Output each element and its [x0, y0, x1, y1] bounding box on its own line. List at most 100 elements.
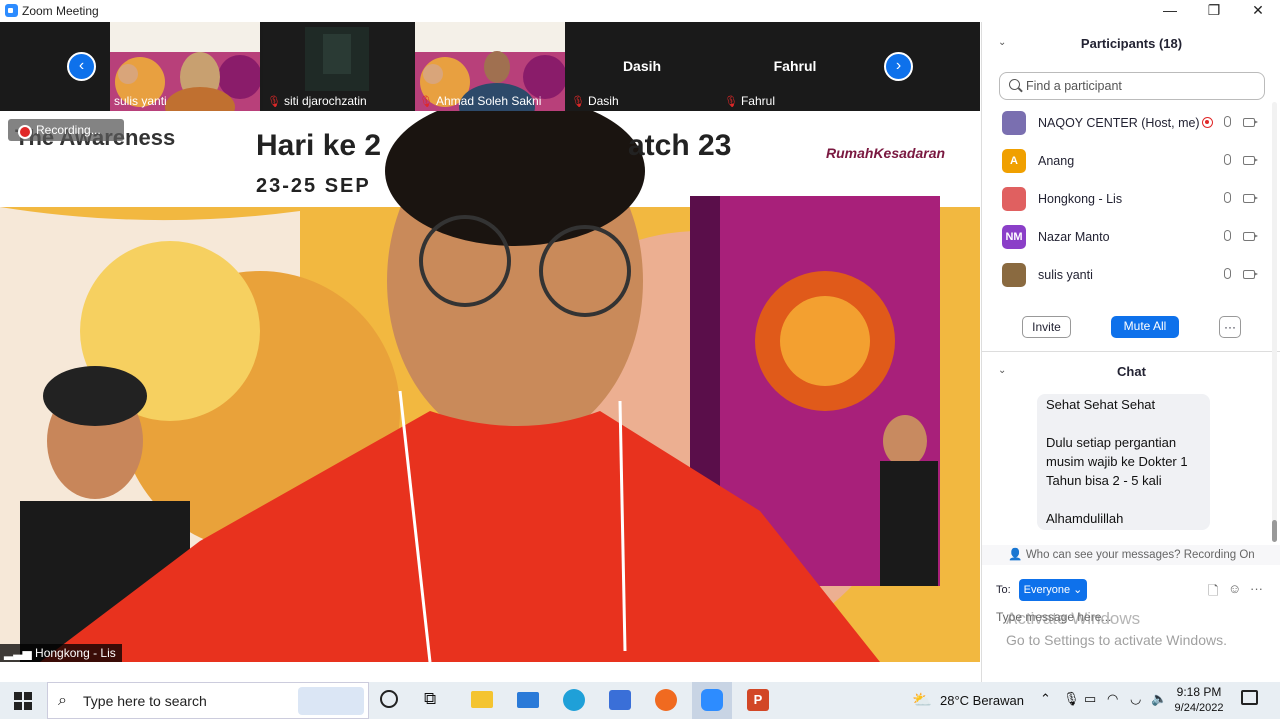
participant-row[interactable]: NAQOY CENTER (Host, me)	[999, 104, 1269, 142]
firefox-icon[interactable]	[655, 689, 677, 711]
camera-icon[interactable]	[1243, 118, 1258, 127]
mail-icon[interactable]	[517, 692, 539, 708]
previous-page-button[interactable]: ‹	[67, 52, 96, 81]
video-tile-fahrul[interactable]: Fahrul 🎙 Fahrul	[720, 22, 870, 111]
powerpoint-icon[interactable]: P	[747, 689, 769, 711]
activate-windows-subtitle: Go to Settings to activate Windows.	[1006, 632, 1227, 648]
volume-icon[interactable]: 🔈	[1151, 691, 1167, 707]
participants-header: Participants (18)	[1080, 36, 1183, 51]
participant-name: Hongkong - Lis	[1038, 192, 1123, 206]
zoom-app-icon	[5, 4, 18, 17]
banner-title-left: Hari ke 2	[256, 129, 382, 162]
chat-line: Alhamdulillah	[1046, 511, 1124, 526]
signal-icon: ▂▃▅	[4, 646, 36, 660]
rumah-kesadaran-logo: RumahKesadaran	[826, 145, 946, 161]
recipient-dropdown[interactable]: Everyone ⌄	[1019, 579, 1087, 601]
chat-line: Tahun bisa 2 - 5 kali	[1046, 473, 1162, 488]
weather-icon[interactable]: ⛅	[912, 690, 932, 710]
meeting-bottom-bar	[0, 662, 980, 682]
taskbar-search-box[interactable]: ⌕ Type here to search	[47, 682, 369, 719]
window-title: Zoom Meeting	[22, 4, 99, 18]
muted-mic-icon: 🎙	[571, 96, 585, 108]
invite-button[interactable]: Invite	[1022, 316, 1071, 338]
search-icon	[1009, 79, 1020, 90]
microphone-icon[interactable]	[1224, 154, 1231, 165]
microphone-icon[interactable]	[1224, 268, 1231, 279]
emoji-icon[interactable]: ☺	[1228, 581, 1241, 596]
participant-name: NAQOY CENTER (Host, me)	[1038, 116, 1200, 130]
battery-icon[interactable]: ▭	[1084, 691, 1096, 707]
windows-taskbar: ⌕ Type here to search ⧉ P ⛅ 28°C Berawan…	[0, 682, 1280, 719]
chat-line	[1046, 414, 1201, 433]
chat-line: musim wajib ke Dokter 1	[1046, 454, 1188, 469]
participant-row[interactable]: NM Nazar Manto	[999, 218, 1269, 256]
microphone-icon[interactable]: 🎙	[1063, 691, 1080, 707]
banner-title-right: atch 23	[628, 129, 732, 162]
participant-row[interactable]: sulis yanti	[999, 256, 1269, 294]
mute-all-button[interactable]: Mute All	[1111, 316, 1179, 338]
chat-line: Sehat Sehat Sehat	[1046, 397, 1156, 412]
message-visibility-notice[interactable]: 👤 Who can see your messages? Recording O…	[982, 545, 1280, 565]
video-tile-siti[interactable]: 🎙 siti djarochzatin	[263, 22, 413, 111]
zoom-taskbar-icon[interactable]	[701, 689, 723, 711]
camera-icon[interactable]	[1243, 156, 1258, 165]
restore-button[interactable]: ❐	[1192, 0, 1236, 22]
participant-name-large: Fahrul	[773, 58, 817, 74]
file-explorer-icon[interactable]	[471, 691, 493, 708]
participant-name: sulis yanti	[1038, 268, 1093, 282]
camera-icon[interactable]	[1243, 270, 1258, 279]
participant-name: 🎙 Ahmad Soleh Sakni	[419, 94, 542, 108]
video-thumbnail-strip: ‹ sulis yanti 🎙 siti djarochzatin 🎙 Ahma…	[0, 22, 980, 111]
close-button[interactable]: ✕	[1236, 0, 1280, 22]
microphone-icon[interactable]	[1224, 116, 1231, 127]
active-speaker-label: ▂▃▅ Hongkong - Lis	[0, 644, 122, 662]
wifi-icon[interactable]: ◠	[1107, 691, 1118, 707]
avatar: A	[1002, 149, 1026, 173]
clock-time[interactable]: 9:18 PM	[1172, 685, 1226, 699]
store-icon[interactable]	[609, 690, 631, 710]
windows-start-icon[interactable]	[13, 691, 33, 711]
banner-date: 23-25 SEP	[256, 175, 371, 197]
video-tile-dasih[interactable]: Dasih 🎙 Dasih	[567, 22, 717, 111]
weather-text[interactable]: 28°C Berawan	[940, 693, 1024, 708]
avatar	[1002, 111, 1026, 135]
participant-row[interactable]: A Anang	[999, 142, 1269, 180]
chat-message: Sehat Sehat Sehat Dulu setiap pergantian…	[1037, 394, 1210, 530]
activate-windows-title: Activate Windows	[1006, 609, 1141, 628]
participant-name: Nazar Manto	[1038, 230, 1110, 244]
cortana-icon[interactable]	[380, 690, 398, 708]
participant-name: Anang	[1038, 154, 1075, 168]
avatar: NM	[1002, 225, 1026, 249]
search-icon: ⌕	[58, 692, 67, 709]
microphone-icon[interactable]	[1224, 230, 1231, 241]
participant-search-input[interactable]: Find a participant	[999, 72, 1265, 100]
show-hidden-icons[interactable]: ⌃	[1040, 691, 1051, 707]
more-options-button[interactable]: ···	[1219, 316, 1241, 338]
active-speaker-video[interactable]: The Awareness Hari ke 2 atch 23 23-25 SE…	[0, 111, 980, 662]
participant-name: 🎙 Dasih	[571, 94, 619, 108]
muted-mic-icon: 🎙	[267, 96, 281, 108]
participant-row[interactable]: Hongkong - Lis	[999, 180, 1269, 218]
task-view-icon[interactable]: ⧉	[424, 689, 436, 709]
edge-icon[interactable]	[563, 689, 585, 711]
notification-center-icon[interactable]	[1241, 690, 1258, 705]
camera-icon[interactable]	[1243, 232, 1258, 241]
camera-icon[interactable]	[1243, 194, 1258, 203]
next-page-button[interactable]: ›	[884, 52, 913, 81]
person-lock-icon: 👤	[1008, 549, 1026, 561]
minimize-button[interactable]: —	[1148, 0, 1192, 22]
video-tile-sulis[interactable]: sulis yanti	[110, 22, 260, 111]
scrollbar-thumb[interactable]	[1272, 520, 1277, 542]
clock-date[interactable]: 9/24/2022	[1172, 702, 1226, 714]
muted-mic-icon: 🎙	[419, 96, 433, 108]
scrollbar[interactable]	[1272, 102, 1277, 542]
wifi-signal-icon[interactable]: ◡	[1130, 691, 1141, 707]
search-highlight-image	[298, 687, 364, 715]
video-tile-ahmad[interactable]: 🎙 Ahmad Soleh Sakni	[415, 22, 565, 111]
participant-name: sulis yanti	[114, 94, 167, 108]
more-icon[interactable]: ···	[1250, 581, 1263, 596]
recording-indicator[interactable]: Recording...	[8, 119, 124, 141]
microphone-icon[interactable]	[1224, 192, 1231, 203]
file-icon[interactable]: 🗋	[1208, 582, 1218, 604]
speaker-video-frame	[0, 111, 980, 662]
